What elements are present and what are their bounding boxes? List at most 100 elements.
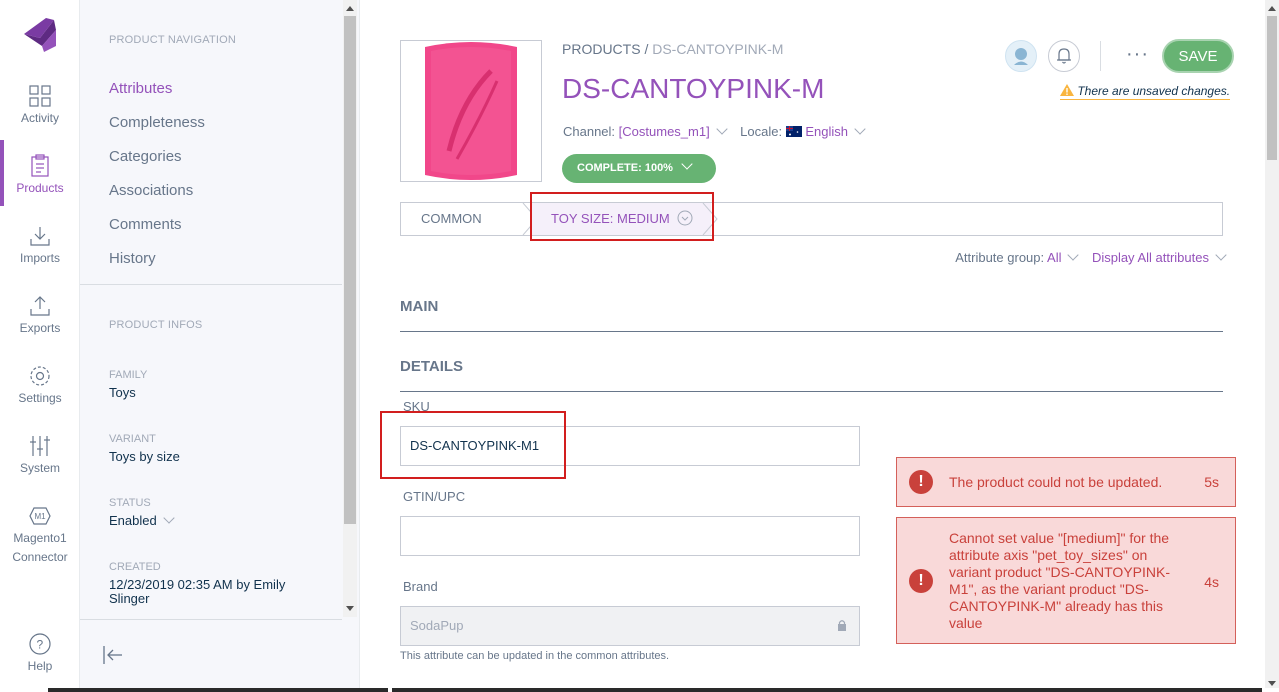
variant-label: VARIANT: [109, 433, 156, 445]
taskbar-strip: [0, 688, 1279, 692]
unsaved-changes-notice: There are unsaved changes.: [1060, 84, 1231, 100]
chevron-down-icon[interactable]: [1067, 249, 1080, 261]
svg-text:M1: M1: [35, 512, 47, 521]
dashboard-grid-icon: [29, 85, 51, 107]
scroll-up-arrow-icon[interactable]: [1268, 6, 1276, 11]
nav-item-label: Settings: [18, 391, 62, 405]
chevron-down-icon: [163, 512, 175, 524]
clipboard-icon: [31, 154, 49, 177]
nav-item-products[interactable]: Products: [0, 140, 80, 206]
locale-label: Locale:: [740, 124, 783, 139]
collapse-panel-icon[interactable]: [102, 644, 124, 666]
breadcrumb-separator: /: [644, 41, 649, 57]
save-button[interactable]: SAVE: [1162, 39, 1234, 73]
subnav-link-history[interactable]: History: [109, 250, 156, 267]
error-message: The product could not be updated.: [949, 474, 1163, 490]
breadcrumb: PRODUCTS / DS-CANTOYPINK-M: [562, 41, 783, 57]
content-scrollbar[interactable]: [1265, 0, 1279, 692]
divider: [80, 284, 342, 285]
status-label: STATUS: [109, 497, 151, 509]
display-attributes-dropdown[interactable]: Display All attributes: [1092, 250, 1209, 265]
magento-connector-icon: M1: [29, 507, 51, 525]
brand-field: SodaPup: [400, 606, 860, 646]
help-icon: ?: [29, 633, 51, 655]
export-icon: [30, 296, 50, 316]
created-label: CREATED: [109, 561, 161, 573]
chevron-down-icon[interactable]: [1215, 249, 1227, 261]
subnav-link-completeness[interactable]: Completeness: [109, 114, 205, 131]
tab-common[interactable]: COMMON: [401, 203, 531, 235]
family-label: FAMILY: [109, 369, 148, 381]
australia-flag-icon: [785, 126, 802, 137]
nav-item-label: Products: [16, 181, 64, 195]
gtin-label: GTIN/UPC: [403, 489, 466, 504]
nav-item-label: Exports: [19, 321, 61, 335]
taskbar-segment: [392, 688, 1262, 692]
divider: [80, 619, 342, 620]
scrollbar-thumb[interactable]: [1267, 16, 1277, 160]
scroll-down-arrow-icon[interactable]: [1268, 681, 1276, 686]
locale-dropdown[interactable]: English: [805, 124, 848, 139]
subnav-link-comments[interactable]: Comments: [109, 216, 182, 233]
product-sub-navigation: PRODUCT NAVIGATION Attributes Completene…: [80, 0, 360, 692]
subnav-link-attributes[interactable]: Attributes: [109, 80, 172, 97]
subnav-link-associations[interactable]: Associations: [109, 182, 193, 199]
gtin-field[interactable]: [400, 516, 860, 556]
app-window: Activity Products Imports Exports Settin: [0, 0, 1279, 692]
unsaved-changes-text: There are unsaved changes.: [1077, 84, 1231, 98]
brand-hint: This attribute can be updated in the com…: [400, 650, 670, 662]
attribute-group-label: Attribute group:: [955, 250, 1045, 265]
scrollbar-thumb[interactable]: [344, 16, 356, 524]
breadcrumb-products-link[interactable]: PRODUCTS: [562, 41, 641, 57]
error-timer: 4s: [1204, 574, 1219, 590]
subnav-scrollbar[interactable]: [343, 0, 357, 617]
error-icon: !: [909, 470, 933, 494]
nav-item-label: Imports: [19, 251, 60, 265]
variant-axis-tabs: COMMON TOY SIZE: Medium: [400, 202, 1223, 236]
nav-item-settings[interactable]: Settings: [0, 350, 80, 416]
completeness-text: COMPLETE: 100%: [577, 162, 673, 174]
nav-item-help[interactable]: ? Help: [0, 620, 80, 686]
channel-label: Channel:: [563, 124, 616, 139]
scroll-down-arrow-icon[interactable]: [346, 606, 354, 611]
nav-item-imports[interactable]: Imports: [0, 210, 80, 276]
section-main: MAIN: [400, 298, 1223, 332]
lock-icon: [838, 620, 846, 631]
page-title: DS-CANTOYPINK-M: [562, 73, 825, 104]
highlight-box-sku: [380, 411, 566, 479]
error-notification[interactable]: ! Cannot set value "[medium]" for the at…: [896, 517, 1236, 644]
breadcrumb-current: DS-CANTOYPINK-M: [652, 41, 784, 57]
status-dropdown[interactable]: Enabled: [109, 512, 329, 528]
sliders-icon: [30, 436, 50, 456]
notifications-button[interactable]: [1048, 40, 1080, 72]
nav-item-label: Activity: [20, 111, 59, 125]
bell-icon: [1057, 48, 1071, 64]
attribute-group-dropdown[interactable]: All: [1047, 250, 1061, 265]
more-actions-button[interactable]: ···: [1126, 43, 1149, 66]
family-value: Toys: [109, 385, 136, 400]
chevron-down-icon: [681, 158, 693, 170]
subnav-link-categories[interactable]: Categories: [109, 148, 182, 165]
error-message: Cannot set value "[medium]" for the attr…: [949, 530, 1170, 631]
chevron-down-icon[interactable]: [716, 123, 728, 135]
user-avatar[interactable]: [1005, 40, 1037, 72]
chevron-down-icon[interactable]: [854, 123, 866, 135]
error-timer: 5s: [1204, 474, 1219, 490]
akeneo-logo[interactable]: [20, 16, 60, 54]
brand-label: Brand: [403, 579, 438, 594]
import-icon: [30, 227, 50, 246]
scroll-up-arrow-icon[interactable]: [346, 6, 354, 11]
nav-item-activity[interactable]: Activity: [0, 70, 80, 136]
product-image[interactable]: [400, 40, 542, 182]
nav-item-exports[interactable]: Exports: [0, 280, 80, 346]
section-details: DETAILS: [400, 358, 1223, 392]
nav-item-label-line2: Connector: [12, 550, 68, 564]
product-edit-form: PRODUCTS / DS-CANTOYPINK-M DS-CANTOYPINK…: [360, 0, 1265, 692]
error-notification[interactable]: ! The product could not be updated. 5s: [896, 457, 1236, 507]
nav-item-system[interactable]: System: [0, 420, 80, 486]
created-value: 12/23/2019 02:35 AM by Emily Slinger: [109, 577, 286, 606]
completeness-badge[interactable]: COMPLETE: 100%: [562, 154, 716, 183]
channel-dropdown[interactable]: [Costumes_m1]: [619, 124, 710, 139]
nav-item-magento1-connector[interactable]: M1 Magento1 Connector: [0, 490, 80, 564]
variant-value: Toys by size: [109, 449, 180, 464]
